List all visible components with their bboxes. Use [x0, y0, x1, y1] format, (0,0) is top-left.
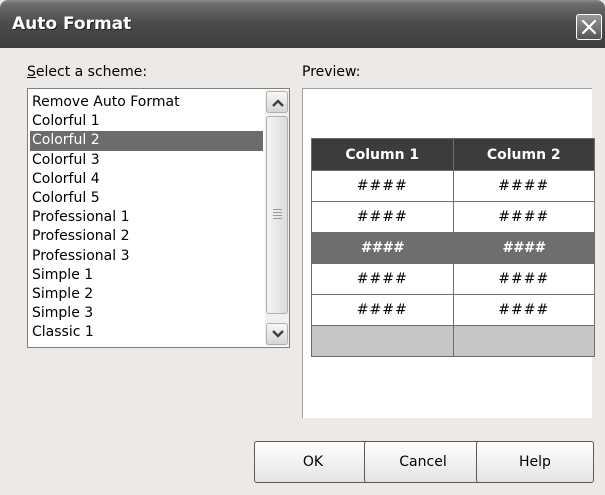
preview-header-cell: Column 1 [311, 138, 454, 171]
scheme-list-item[interactable]: Simple 1 [30, 266, 263, 285]
scroll-up-button[interactable] [266, 91, 288, 113]
preview-cell: #### [452, 294, 595, 326]
scheme-list-item[interactable]: Colorful 2 [30, 131, 263, 151]
preview-table: Column 1 Column 2 #### #### #### #### #### ##… [311, 138, 595, 357]
scheme-label-mnemonic: S [27, 64, 36, 80]
preview-pane: Column 1 Column 2 #### #### #### #### #### ##… [302, 88, 595, 418]
preview-row: #### #### [311, 170, 595, 202]
preview-body: #### #### #### #### #### #### #### #### #### #### [311, 170, 595, 357]
preview-row: #### #### [311, 232, 595, 264]
preview-header-row: Column 1 Column 2 [311, 138, 595, 171]
dialog-title: Auto Format [12, 14, 132, 34]
preview-cell: #### [452, 170, 595, 202]
preview-cell: #### [311, 170, 454, 202]
preview-cell: #### [452, 263, 595, 295]
preview-row: #### #### [311, 201, 595, 233]
close-icon [581, 19, 597, 35]
title-bar[interactable]: Auto Format [0, 0, 605, 48]
thumb-grip-line [273, 218, 282, 219]
scheme-list-items: Remove Auto Format Colorful 1 Colorful 2 Co… [30, 93, 263, 342]
thumb-grip-line [273, 209, 282, 210]
scroll-thumb[interactable] [266, 116, 288, 314]
preview-footer-cell [311, 325, 454, 357]
preview-cell: #### [311, 263, 454, 295]
preview-cell: #### [452, 232, 595, 264]
preview-footer-row [311, 325, 595, 357]
scheme-label: Select a scheme: [27, 64, 147, 80]
scheme-list-item[interactable]: Colorful 3 [30, 151, 263, 170]
preview-header-cell: Column 2 [452, 138, 595, 171]
scheme-list-item[interactable]: Simple 2 [30, 285, 263, 304]
scheme-list-item[interactable]: Colorful 4 [30, 170, 263, 189]
cancel-button[interactable]: Cancel [364, 441, 482, 483]
scheme-list-item[interactable]: Colorful 1 [30, 112, 263, 131]
scheme-scrollbar[interactable] [265, 90, 289, 346]
scheme-list-item[interactable]: Simple 3 [30, 304, 263, 323]
chevron-up-icon [272, 99, 284, 107]
auto-format-dialog: Auto Format Select a scheme: Remove Auto… [0, 0, 605, 495]
scheme-list-item[interactable]: Classic 1 [30, 323, 263, 342]
preview-cell: #### [311, 294, 454, 326]
scheme-list-item[interactable]: Professional 3 [30, 247, 263, 266]
help-button[interactable]: Help [476, 441, 594, 483]
preview-row: #### #### [311, 263, 595, 295]
close-button[interactable] [576, 14, 602, 40]
scheme-list-item[interactable]: Remove Auto Format [30, 93, 263, 112]
scroll-down-button[interactable] [266, 323, 288, 345]
thumb-grip-line [273, 212, 282, 213]
scheme-list-item[interactable]: Professional 2 [30, 227, 263, 246]
preview-cell: #### [452, 201, 595, 233]
preview-cell: #### [311, 201, 454, 233]
scheme-listbox[interactable]: Remove Auto Format Colorful 1 Colorful 2 Co… [27, 88, 290, 348]
scheme-list-item[interactable]: Colorful 5 [30, 189, 263, 208]
scheme-list-item[interactable]: Professional 1 [30, 208, 263, 227]
scheme-label-rest: elect a scheme: [35, 64, 148, 80]
preview-row: #### #### [311, 294, 595, 326]
preview-label: Preview: [302, 64, 361, 80]
preview-cell: #### [311, 232, 454, 264]
preview-footer-cell [452, 325, 595, 357]
ok-button[interactable]: OK [254, 441, 372, 483]
chevron-down-icon [272, 330, 284, 338]
thumb-grip-line [273, 215, 282, 216]
